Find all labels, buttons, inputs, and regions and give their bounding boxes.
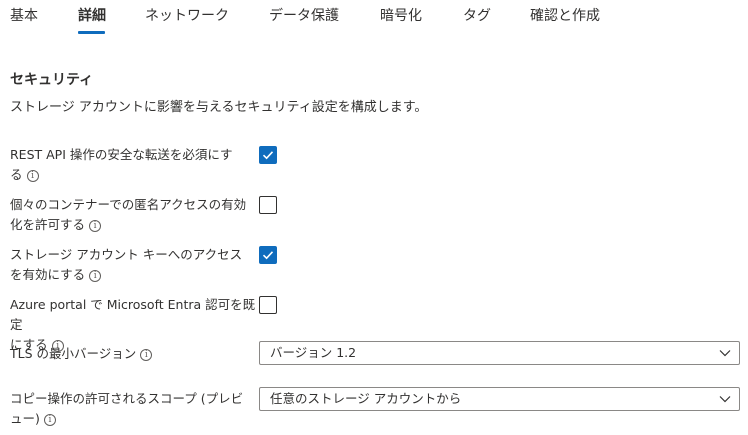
copy-scope-label-line1: コピー操作の許可されるスコープ (プレビ [10,391,244,406]
tab-data-protection[interactable]: データ保護 [269,6,339,26]
copy-scope-dropdown[interactable]: 任意のストレージ アカウントから [259,387,740,411]
checkmark-icon [262,251,274,260]
info-icon[interactable]: i [140,348,153,361]
section-description: ストレージ アカウントに影響を与えるセキュリティ設定を構成します。 [10,100,428,115]
copy-scope-label: コピー操作の許可されるスコープ (プレビ ュー) i [10,389,260,429]
account-key-access-checkbox[interactable] [259,246,277,264]
anonymous-access-label-line1: 個々のコンテナーでの匿名アクセスの有効 [10,197,247,212]
copy-scope-label-line2: ュー) [10,411,40,426]
tab-tags[interactable]: タグ [463,6,491,26]
secure-transfer-checkbox[interactable] [259,146,277,164]
entra-default-checkbox[interactable] [259,296,277,314]
section-title: セキュリティ [10,72,94,88]
checkmark-icon [262,151,274,160]
active-tab-indicator [78,31,105,34]
anonymous-access-label: 個々のコンテナーでの匿名アクセスの有効 化を許可する i [10,195,260,235]
chevron-down-icon [719,396,731,403]
info-icon[interactable]: i [89,269,102,282]
tab-review-create[interactable]: 確認と作成 [530,6,600,26]
tls-version-dropdown[interactable]: バージョン 1.2 [259,341,740,365]
secure-transfer-label: REST API 操作の安全な転送を必須にす るi [10,145,260,185]
account-key-access-label-line2: を有効にする [10,267,86,282]
info-icon[interactable]: i [26,169,39,182]
tls-version-value: バージョン 1.2 [270,345,357,360]
tab-advanced[interactable]: 詳細 [78,6,106,26]
chevron-down-icon [719,350,731,357]
info-icon[interactable]: i [89,219,102,232]
entra-default-label-line1: Azure portal で Microsoft Entra 認可を既定 [10,297,256,332]
secure-transfer-label-line1: REST API 操作の安全な転送を必須にす [10,147,233,162]
tab-bar: 基本 詳細 ネットワーク データ保護 暗号化 タグ 確認と作成 [0,0,748,36]
tab-networking[interactable]: ネットワーク [145,6,229,26]
copy-scope-value: 任意のストレージ アカウントから [270,391,462,406]
account-key-access-label: ストレージ アカウント キーへのアクセス を有効にする i [10,245,260,285]
anonymous-access-label-line2: 化を許可する [10,217,86,232]
tls-version-label: TLS の最小バージョン i [10,344,260,364]
secure-transfer-label-line2: る [10,167,23,182]
tab-encryption[interactable]: 暗号化 [380,6,422,26]
tls-version-label-text: TLS の最小バージョン [10,346,137,361]
tab-basics[interactable]: 基本 [10,6,38,26]
account-key-access-label-line1: ストレージ アカウント キーへのアクセス [10,247,243,262]
info-icon[interactable]: i [43,413,56,426]
anonymous-access-checkbox[interactable] [259,196,277,214]
